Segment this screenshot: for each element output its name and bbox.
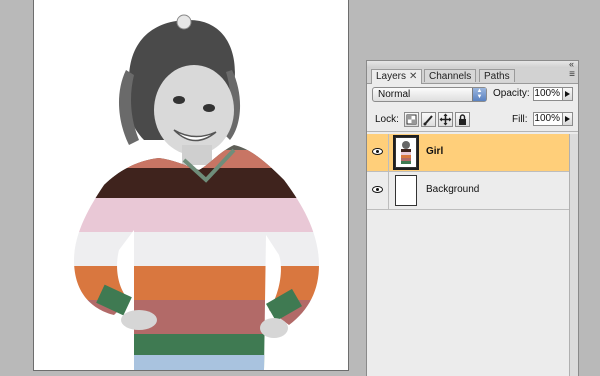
fill-slider-arrow-icon[interactable]: [563, 112, 573, 126]
layer-row-background[interactable]: Background: [367, 172, 569, 210]
layer-row-girl[interactable]: Girl: [367, 134, 569, 172]
fill-label: Fill:: [512, 114, 528, 125]
layer-name[interactable]: Background: [426, 184, 479, 195]
blend-mode-select[interactable]: Normal ▲ ▼: [372, 87, 487, 102]
tab-paths[interactable]: Paths: [479, 69, 515, 82]
lock-transparent-icon[interactable]: [404, 112, 419, 127]
tab-channels[interactable]: Channels: [424, 69, 477, 82]
visibility-toggle[interactable]: [367, 134, 389, 171]
panel-tabbar: Layers ✕ Channels Paths ≡: [367, 68, 578, 84]
lock-label: Lock:: [375, 114, 399, 125]
layers-scrollbar[interactable]: [569, 134, 578, 376]
tab-label: Paths: [484, 71, 510, 82]
fill-field[interactable]: 100%: [533, 112, 563, 126]
updown-arrows-icon: ▲ ▼: [472, 88, 486, 101]
layer-thumbnail: [395, 175, 417, 206]
eye-icon: [372, 148, 383, 155]
layer-thumbnail: [393, 135, 419, 170]
document-canvas[interactable]: [33, 0, 349, 371]
opacity-label: Opacity:: [493, 88, 530, 99]
opacity-field[interactable]: 100%: [533, 87, 563, 101]
tab-label: Layers: [376, 71, 407, 82]
layer-name[interactable]: Girl: [426, 146, 443, 157]
photo-girl-striped-sweater: [74, 14, 319, 370]
blend-mode-value: Normal: [378, 89, 411, 100]
close-icon[interactable]: ✕: [409, 71, 417, 82]
lock-all-icon[interactable]: [455, 112, 470, 127]
panel-menu-icon[interactable]: ≡: [569, 70, 575, 80]
divider: [367, 131, 578, 132]
tab-layers[interactable]: Layers ✕: [371, 69, 423, 84]
lock-image-icon[interactable]: [421, 112, 436, 127]
lock-position-icon[interactable]: [438, 112, 453, 127]
layers-list: Girl Background: [367, 134, 569, 317]
tab-label: Channels: [429, 71, 472, 82]
opacity-slider-arrow-icon[interactable]: [563, 87, 573, 101]
visibility-toggle[interactable]: [367, 172, 389, 209]
eye-icon: [372, 186, 383, 193]
layers-panel: « Layers ✕ Channels Paths ≡ Normal ▲ ▼ Opa…: [366, 59, 579, 376]
